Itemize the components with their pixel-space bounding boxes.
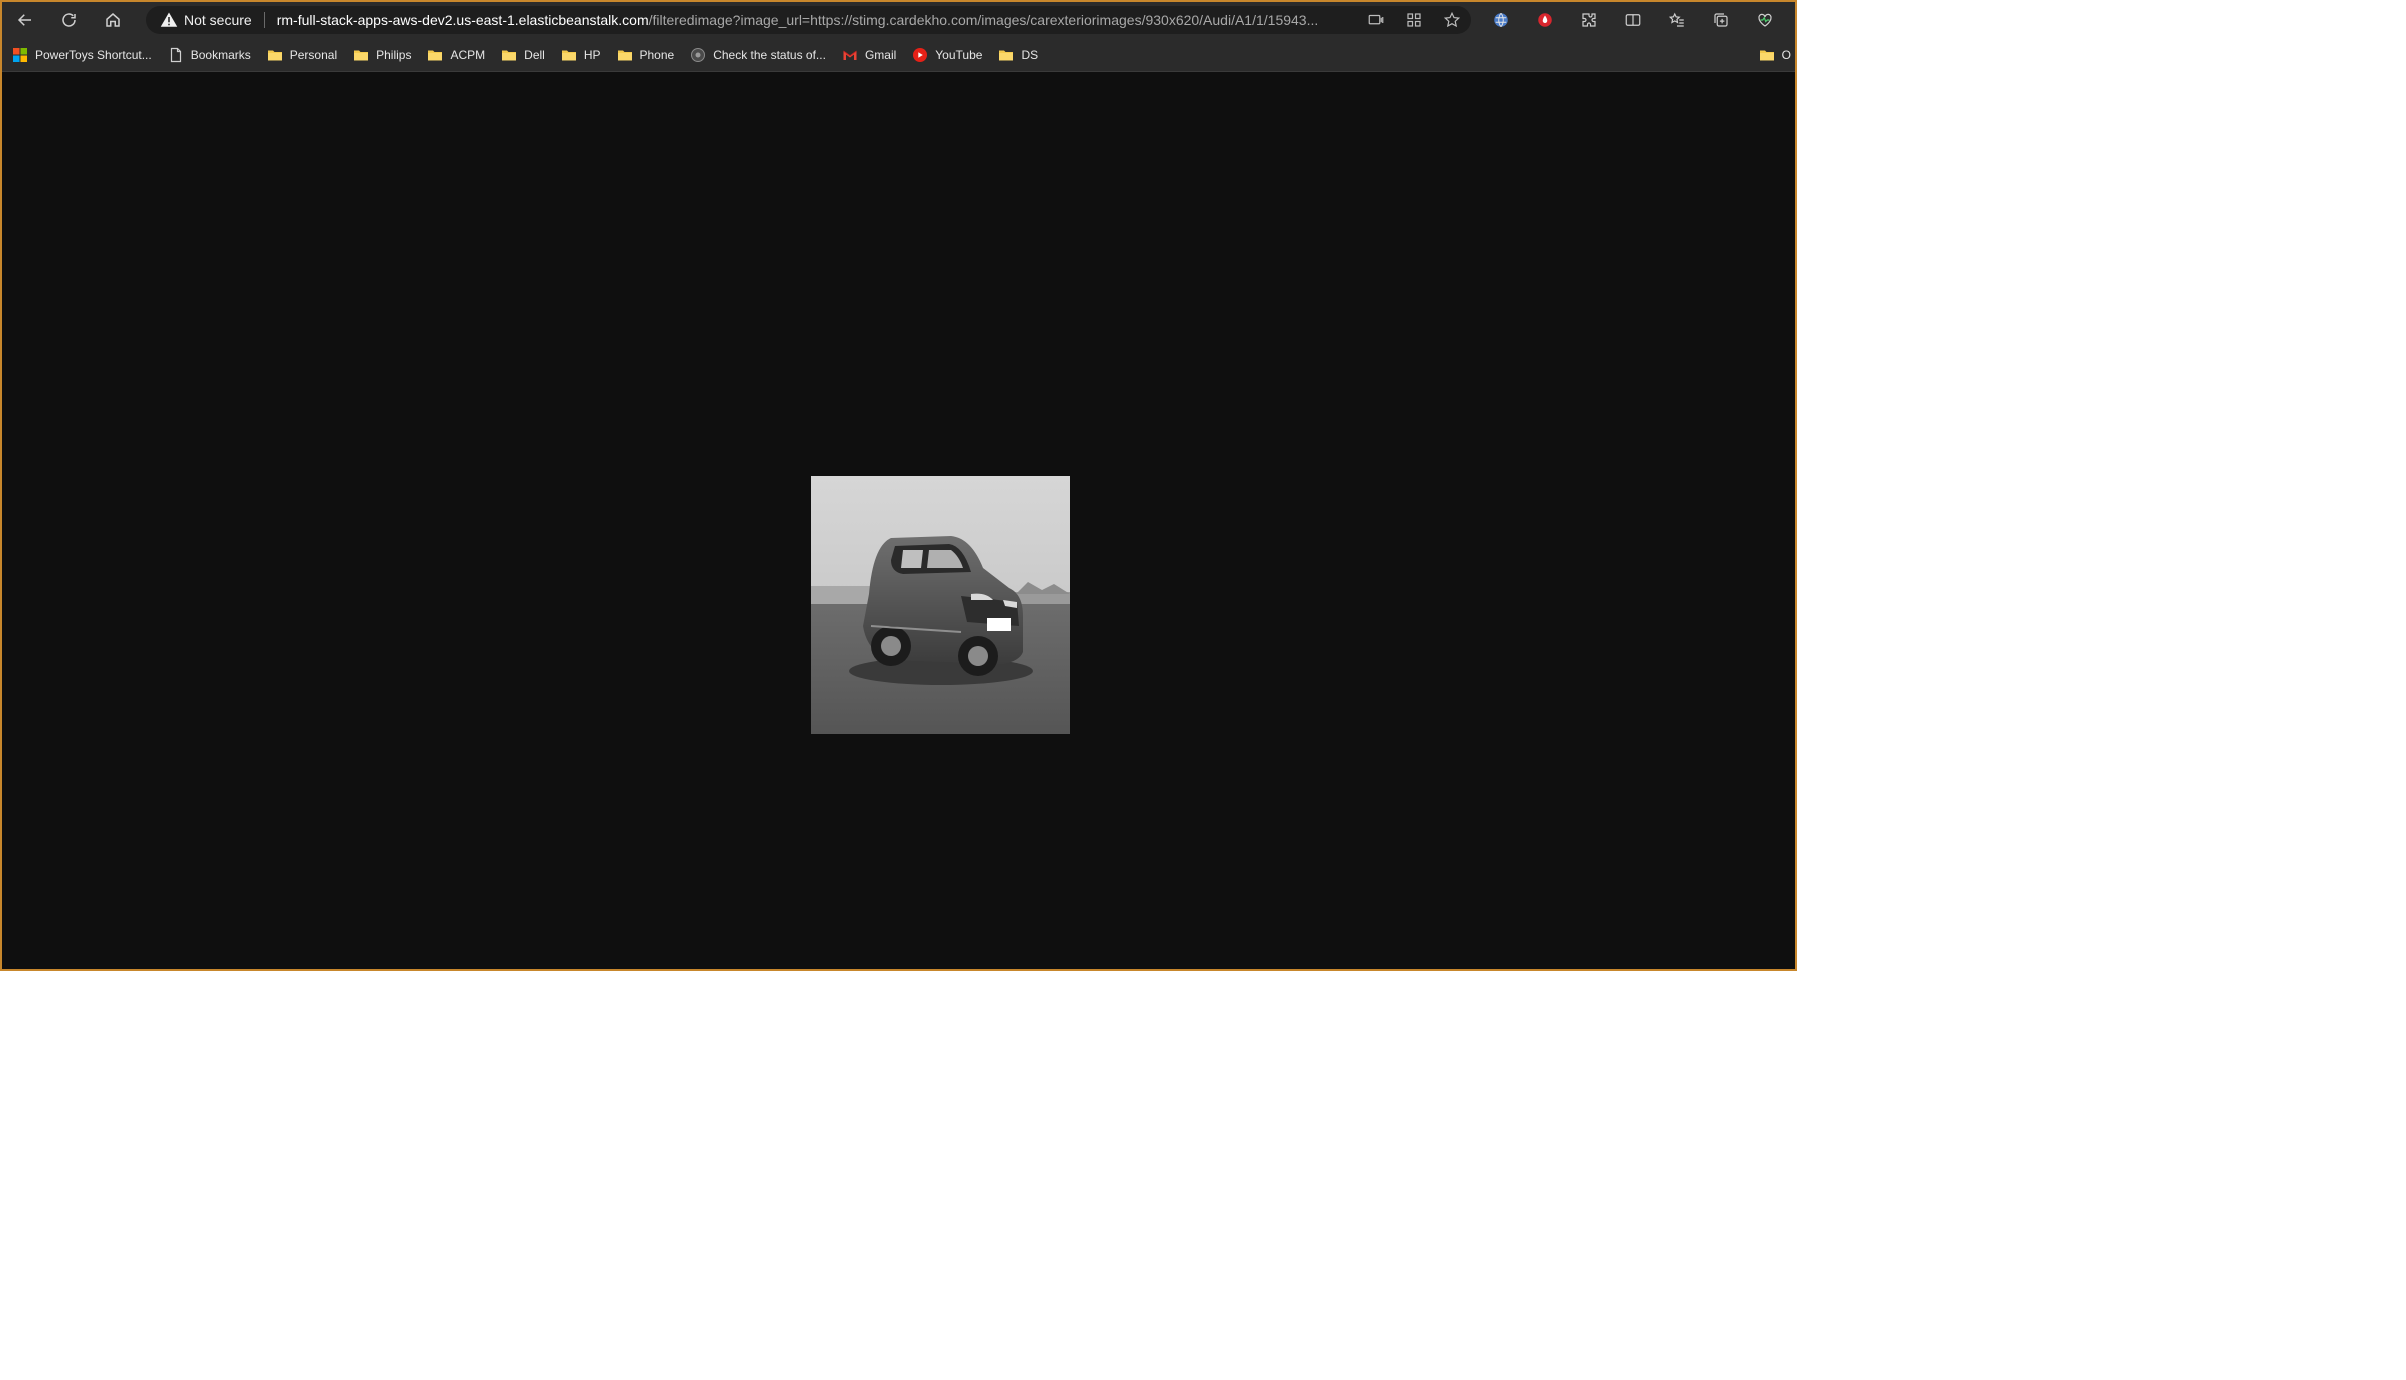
star-icon[interactable]: [1441, 9, 1463, 31]
folder-icon: [617, 50, 632, 60]
url-path[interactable]: /filteredimage?image_url=https://stimg.c…: [649, 12, 1319, 28]
bookmark-label: Dell: [524, 47, 545, 62]
heart-pulse-icon[interactable]: [1750, 6, 1780, 34]
gmail-icon: [843, 50, 857, 60]
bookmark-overflow-label: O: [1781, 48, 1791, 62]
filtered-car-image: [811, 476, 1070, 734]
home-button[interactable]: [98, 6, 128, 34]
bookmark-powertoys[interactable]: PowerToys Shortcut...: [6, 42, 158, 68]
bookmark-folder-philips[interactable]: Philips: [347, 42, 417, 68]
folder-icon: [561, 50, 576, 60]
bookmark-label: HP: [583, 47, 601, 62]
bookmark-label: Philips: [376, 47, 412, 62]
youtube-icon: [913, 47, 928, 62]
bookmark-label: Check the status of...: [713, 47, 826, 62]
bookmark-folder-personal[interactable]: Personal: [261, 42, 343, 68]
page-icon: [170, 47, 181, 62]
bookmark-folder-hp[interactable]: HP: [555, 42, 607, 68]
bookmark-label: Bookmarks: [190, 47, 251, 62]
bookmark-label: Phone: [639, 47, 675, 62]
bookmark-label: Personal: [289, 47, 338, 62]
bookmark-check-status[interactable]: Check the status of...: [684, 42, 832, 68]
page-viewport: [2, 72, 1795, 969]
bookmark-overflow-folder[interactable]: O: [1753, 42, 1795, 68]
bookmarks-bar: PowerToys Shortcut... Bookmarks Personal…: [2, 38, 1795, 72]
folder-icon: [428, 50, 443, 60]
collections-icon[interactable]: [1706, 6, 1736, 34]
read-aloud-icon[interactable]: [1365, 9, 1387, 31]
bookmark-folder-ds[interactable]: DS: [992, 42, 1044, 68]
home-icon: [106, 13, 120, 27]
reload-icon: [62, 13, 76, 27]
split-screen-icon[interactable]: [1618, 6, 1648, 34]
red-extension-icon[interactable]: [1530, 6, 1560, 34]
favorites-icon[interactable]: [1662, 6, 1692, 34]
globe-extension-icon[interactable]: [1486, 6, 1516, 34]
bookmark-bookmarks[interactable]: Bookmarks: [162, 42, 257, 68]
warning-triangle-icon: [160, 11, 178, 29]
url-host[interactable]: rm-full-stack-apps-aws-dev2.us-east-1.el…: [277, 12, 649, 28]
bookmark-label: ACPM: [450, 47, 486, 62]
address-bar[interactable]: Not secure rm-full-stack-apps-aws-dev2.u…: [146, 6, 1471, 34]
windows-logo-icon: [13, 47, 27, 62]
omnibox-divider: [263, 12, 265, 28]
omnibox-actions: [1365, 6, 1463, 34]
folder-icon: [267, 50, 282, 60]
arrow-left-icon: [17, 14, 31, 26]
bookmark-label: YouTube: [935, 47, 983, 62]
bookmark-label: PowerToys Shortcut...: [35, 47, 152, 62]
back-button[interactable]: [10, 6, 40, 34]
bookmark-folder-dell[interactable]: Dell: [495, 42, 551, 68]
folder-icon: [502, 50, 517, 60]
folder-icon: [999, 50, 1014, 60]
apps-icon[interactable]: [1403, 9, 1425, 31]
security-status-label[interactable]: Not secure: [184, 12, 252, 28]
bookmark-gmail[interactable]: Gmail: [836, 42, 902, 68]
browser-toolbar: Not secure rm-full-stack-apps-aws-dev2.u…: [2, 2, 1795, 38]
bookmark-label: DS: [1021, 47, 1039, 62]
extensions-area: [1486, 6, 1780, 34]
puzzle-icon[interactable]: [1574, 6, 1604, 34]
bookmark-label: Gmail: [864, 47, 897, 62]
folder-icon: [1759, 50, 1774, 61]
bookmark-folder-phone[interactable]: Phone: [611, 42, 681, 68]
folder-icon: [354, 50, 369, 60]
browser-window: Not secure rm-full-stack-apps-aws-dev2.u…: [0, 0, 1797, 971]
reload-button[interactable]: [54, 6, 84, 34]
bookmark-folder-acpm[interactable]: ACPM: [421, 42, 491, 68]
bookmark-youtube[interactable]: YouTube: [906, 42, 988, 68]
globe-icon: [691, 47, 706, 62]
